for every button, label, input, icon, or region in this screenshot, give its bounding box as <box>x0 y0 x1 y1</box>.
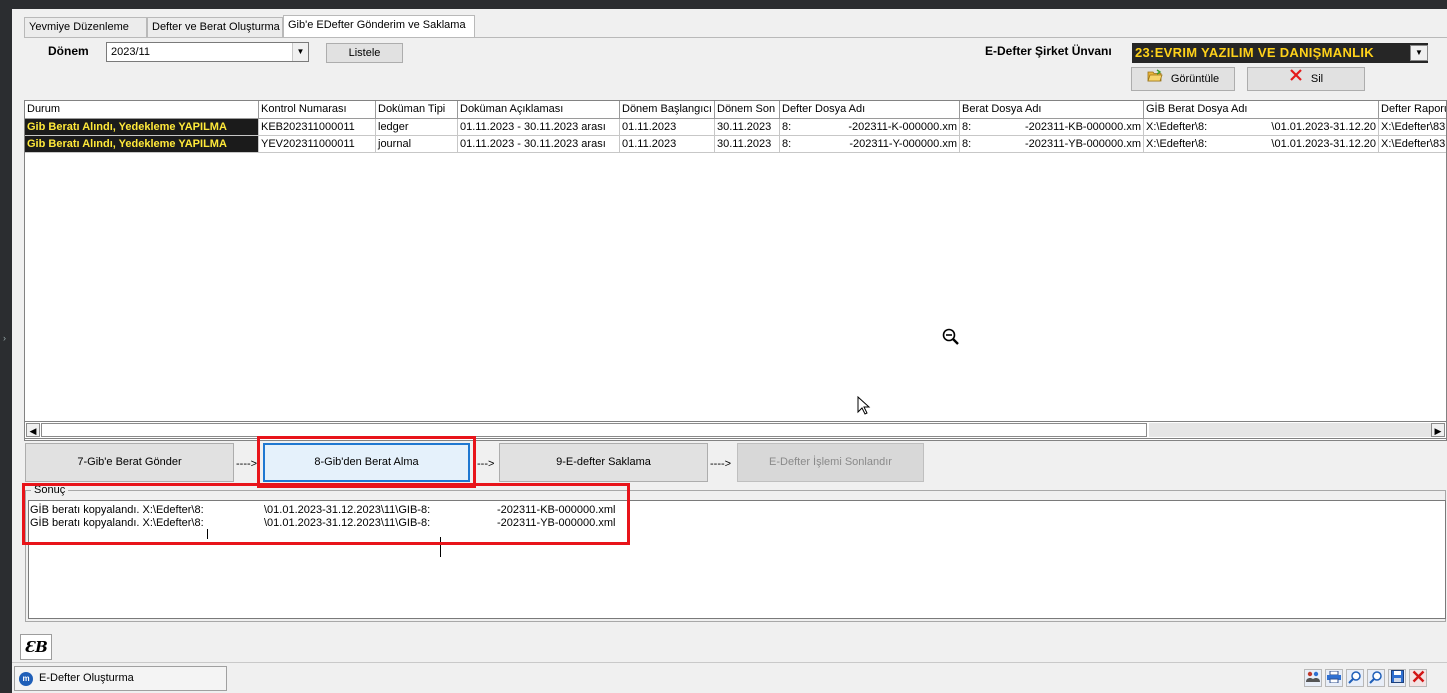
report-cell: X:\Edefter\83 <box>1379 136 1446 153</box>
step-arrow: ----> <box>710 458 732 470</box>
list-button[interactable]: Listele <box>326 43 403 63</box>
chevron-down-icon[interactable]: ▼ <box>292 43 308 61</box>
company-select[interactable]: 23:EVRIM YAZILIM VE DANIŞMANLIK <box>1132 43 1428 63</box>
delete-button[interactable]: Sil <box>1247 67 1365 91</box>
period-label: Dönem <box>48 44 89 58</box>
result-line: GİB beratı kopyalandı. X:\Edefter\8: \01… <box>30 504 616 516</box>
column-header-berat-file[interactable]: Berat Dosya Adı <box>960 101 1144 119</box>
doc-desc-cell: 01.11.2023 - 30.11.2023 arası <box>458 119 620 136</box>
table-row[interactable]: Gib Beratı Alındı, Yedekleme YAPILMA YEV… <box>25 136 1446 153</box>
close-icon[interactable] <box>1409 669 1427 687</box>
app-icon: m <box>19 672 33 686</box>
delete-button-label: Sil <box>1310 73 1324 85</box>
berat-file-cell: 8: -202311-YB-000000.xm <box>960 136 1144 153</box>
grid-horizontal-scrollbar[interactable]: ◀ ▶ <box>24 421 1447 439</box>
result-title: Sonuç <box>31 484 69 496</box>
column-header-gib-file[interactable]: GİB Berat Dosya Adı <box>1144 101 1379 119</box>
column-header-status[interactable]: Durum <box>25 101 259 119</box>
result-log[interactable]: GİB beratı kopyalandı. X:\Edefter\8: \01… <box>28 500 1446 619</box>
send-berat-button[interactable]: 7-Gib'e Berat Gönder <box>25 443 234 482</box>
column-header-start[interactable]: Dönem Başlangıcı <box>620 101 715 119</box>
control-no-cell: YEV202311000011 <box>259 136 376 153</box>
scroll-right-icon[interactable]: ▶ <box>1431 423 1445 437</box>
text-cursor <box>440 537 441 557</box>
records-grid[interactable]: Durum Kontrol Numarası Doküman Tipi Dokü… <box>24 100 1447 441</box>
status-cell: Gib Beratı Alındı, Yedekleme YAPILMA <box>25 119 259 136</box>
doc-type-cell: journal <box>376 136 458 153</box>
print-icon[interactable] <box>1325 669 1343 687</box>
control-no-cell: KEB202311000011 <box>259 119 376 136</box>
application-window: Yevmiye Düzenleme Defter ve Berat Oluştu… <box>12 0 1447 693</box>
folder-open-icon <box>1147 68 1163 90</box>
tab-journal-edit[interactable]: Yevmiye Düzenleme <box>24 17 147 37</box>
end-cell: 30.11.2023 <box>715 136 780 153</box>
column-header-doc-desc[interactable]: Doküman Açıklaması <box>458 101 620 119</box>
view-button-label: Görüntüle <box>1170 73 1220 85</box>
step-arrow: ---> <box>477 458 495 470</box>
search-icon[interactable] <box>1367 669 1385 687</box>
close-icon <box>1289 68 1303 90</box>
view-button[interactable]: Görüntüle <box>1131 67 1235 91</box>
chevron-down-icon[interactable]: ▼ <box>1410 45 1428 61</box>
company-label: E-Defter Şirket Ünvanı <box>985 44 1112 58</box>
desktop-edge-marker: › <box>3 333 6 343</box>
app-logo: ƐB <box>20 634 52 660</box>
column-header-report[interactable]: Defter Raporu <box>1379 101 1446 119</box>
receive-berat-button[interactable]: 8-Gib'den Berat Alma <box>263 443 470 482</box>
start-cell: 01.11.2023 <box>620 136 715 153</box>
berat-file-cell: 8: -202311-KB-000000.xm <box>960 119 1144 136</box>
gib-file-cell: X:\Edefter\8: \01.01.2023-31.12.20 <box>1144 136 1379 153</box>
zoom-in-icon[interactable] <box>1346 669 1364 687</box>
period-select[interactable]: 2023/11 ▼ <box>106 42 309 62</box>
ledger-file-cell: 8: -202311-K-000000.xm <box>780 119 960 136</box>
grid-header: Durum Kontrol Numarası Doküman Tipi Dokü… <box>25 101 1446 119</box>
status-cell: Gib Beratı Alındı, Yedekleme YAPILMA <box>25 136 259 153</box>
column-header-ledger-file[interactable]: Defter Dosya Adı <box>780 101 960 119</box>
column-header-doc-type[interactable]: Doküman Tipi <box>376 101 458 119</box>
mouse-pointer-icon <box>857 395 871 419</box>
tab-book-and-berat[interactable]: Defter ve Berat Oluşturma <box>147 17 283 37</box>
doc-desc-cell: 01.11.2023 - 30.11.2023 arası <box>458 136 620 153</box>
result-line: GİB beratı kopyalandı. X:\Edefter\8: \01… <box>30 517 616 529</box>
save-icon[interactable] <box>1388 669 1406 687</box>
column-header-end[interactable]: Dönem Son <box>715 101 780 119</box>
start-cell: 01.11.2023 <box>620 119 715 136</box>
report-cell: X:\Edefter\83 <box>1379 119 1446 136</box>
table-row[interactable]: Gib Beratı Alındı, Yedekleme YAPILMA KEB… <box>25 119 1446 136</box>
finish-edefter-button[interactable]: E-Defter İşlemi Sonlandır <box>737 443 924 482</box>
period-value: 2023/11 <box>111 46 150 58</box>
taskbar-item-edefter[interactable]: m E-Defter Oluşturma <box>14 666 227 691</box>
ledger-file-cell: 8: -202311-Y-000000.xm <box>780 136 960 153</box>
store-edefter-button[interactable]: 9-E-defter Saklama <box>499 443 708 482</box>
end-cell: 30.11.2023 <box>715 119 780 136</box>
doc-type-cell: ledger <box>376 119 458 136</box>
gib-file-cell: X:\Edefter\8: \01.01.2023-31.12.20 <box>1144 119 1379 136</box>
users-icon[interactable] <box>1304 669 1322 687</box>
step-arrow: ----> <box>236 458 258 470</box>
taskbar: m E-Defter Oluşturma <box>12 662 1447 693</box>
zoom-out-icon <box>941 327 961 350</box>
scrollbar-thumb[interactable] <box>41 423 1147 437</box>
scroll-left-icon[interactable]: ◀ <box>26 423 40 437</box>
tab-gib-send-store[interactable]: Gib'e EDefter Gönderim ve Saklama <box>283 15 475 37</box>
column-header-control-no[interactable]: Kontrol Numarası <box>259 101 376 119</box>
